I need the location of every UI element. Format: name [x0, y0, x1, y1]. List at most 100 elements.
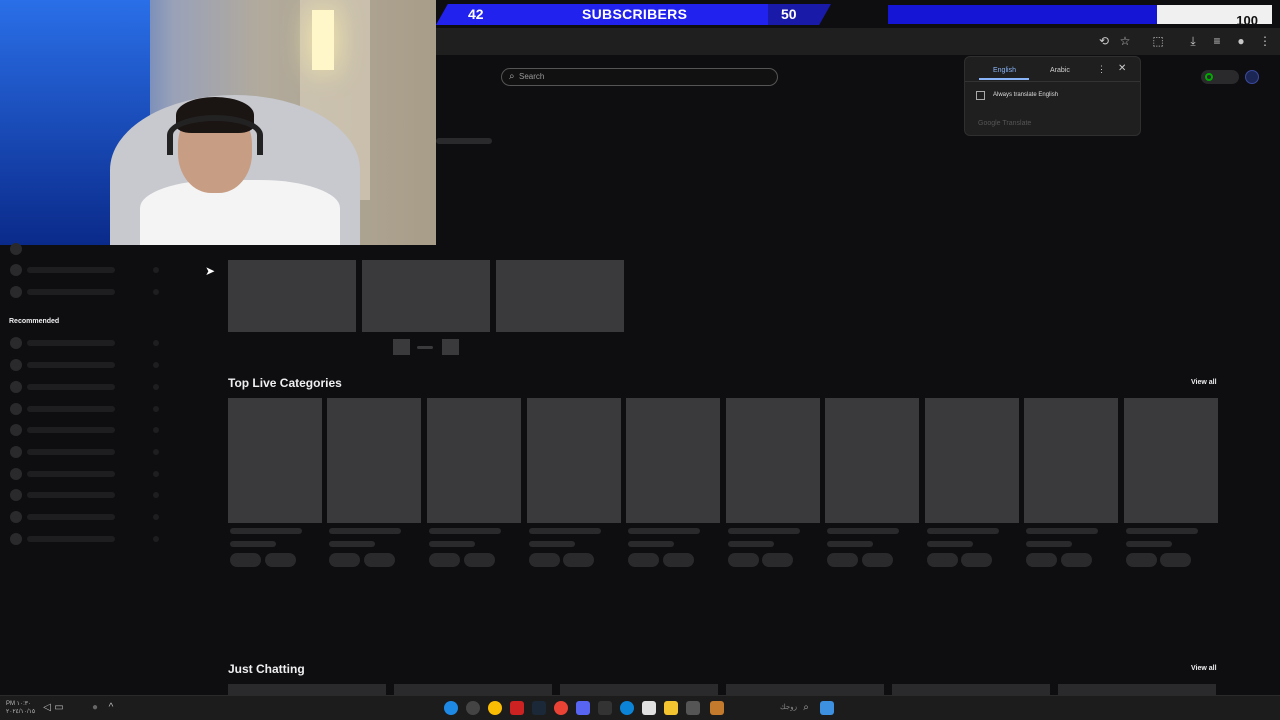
app-icon[interactable]	[686, 701, 700, 715]
tag-pill[interactable]	[529, 553, 560, 567]
chrome-alt-icon[interactable]	[554, 701, 568, 715]
carousel-prev-button[interactable]	[393, 339, 410, 355]
category-card[interactable]	[726, 398, 820, 523]
stream-card[interactable]	[560, 684, 718, 695]
profile-icon[interactable]: ●	[1234, 34, 1248, 48]
stream-card[interactable]	[228, 684, 386, 695]
webcam-light	[312, 10, 334, 70]
divider	[965, 81, 1140, 82]
category-card[interactable]	[925, 398, 1019, 523]
view-all-link[interactable]: View all	[1191, 379, 1217, 386]
carousel-next-button[interactable]	[442, 339, 459, 355]
google-translate-brand: Google Translate	[978, 120, 1032, 127]
tag-pill[interactable]	[265, 553, 296, 567]
tag-pill[interactable]	[927, 553, 958, 567]
chevron-up-icon[interactable]: ^	[104, 701, 118, 715]
category-card[interactable]	[626, 398, 720, 523]
skeleton-line	[827, 528, 899, 534]
store-icon[interactable]	[642, 701, 656, 715]
skeleton-line	[329, 541, 375, 547]
mouse-cursor-icon: ➤	[205, 264, 216, 278]
category-card[interactable]	[327, 398, 421, 523]
tag-pill[interactable]	[563, 553, 594, 567]
tag-pill[interactable]	[762, 553, 793, 567]
secondary-goal-bar: 100	[888, 5, 1272, 28]
screen: ⟲ ☆ ⬚ ⤓ ≡ ● ⋮ 42 SUBSCRIBERS 50 100 ⌕ Se…	[0, 0, 1280, 720]
more-options-icon[interactable]: ⋮	[1097, 64, 1106, 75]
network-icon[interactable]: ▭	[52, 701, 66, 715]
tag-pill[interactable]	[329, 553, 360, 567]
tab-arabic[interactable]: Arabic	[1050, 67, 1070, 74]
taskbar-clock[interactable]: PM ١٠:٣٠ ٢٠٢٤/١٠/١٥	[6, 700, 35, 716]
stream-card[interactable]	[394, 684, 552, 695]
search-input[interactable]: ⌕ Search	[501, 68, 778, 86]
category-card[interactable]	[527, 398, 621, 523]
close-icon[interactable]: ✕	[1118, 63, 1126, 74]
tag-pill[interactable]	[628, 553, 659, 567]
tag-pill[interactable]	[1126, 553, 1157, 567]
reading-list-icon[interactable]: ≡	[1210, 34, 1224, 48]
translate-icon[interactable]: ⟲	[1097, 34, 1111, 48]
search-icon[interactable]: ⌕	[799, 701, 813, 715]
skeleton-line	[329, 528, 401, 534]
menu-icon[interactable]: ⋮	[1258, 34, 1272, 48]
skeleton-line	[927, 528, 999, 534]
category-card[interactable]	[825, 398, 919, 523]
search-placeholder: Search	[519, 72, 545, 81]
tag-pill[interactable]	[862, 553, 893, 567]
tag-pill[interactable]	[464, 553, 495, 567]
app-icon[interactable]	[710, 701, 724, 715]
subscriber-label: SUBSCRIBERS	[582, 6, 688, 22]
stream-card[interactable]	[1058, 684, 1216, 695]
chrome-icon[interactable]	[488, 701, 502, 715]
category-card[interactable]	[427, 398, 521, 523]
extensions-icon[interactable]: ⬚	[1151, 34, 1165, 48]
tag-pill[interactable]	[1061, 553, 1092, 567]
carousel-card[interactable]	[496, 260, 624, 332]
skeleton-line	[1126, 541, 1172, 547]
folder-icon[interactable]	[664, 701, 678, 715]
carousel-card[interactable]	[362, 260, 490, 332]
tag-pill[interactable]	[961, 553, 992, 567]
category-card[interactable]	[228, 398, 322, 523]
headphones-icon	[167, 115, 263, 155]
always-translate-checkbox[interactable]	[976, 91, 985, 100]
tag-pill[interactable]	[1026, 553, 1057, 567]
category-card[interactable]	[1024, 398, 1118, 523]
mic-icon[interactable]: ●	[88, 701, 102, 715]
tag-pill[interactable]	[728, 553, 759, 567]
skeleton-line	[628, 528, 700, 534]
carousel-card[interactable]	[228, 260, 356, 332]
taskbar: PM ١٠:٣٠ ٢٠٢٤/١٠/١٥ ◁ ▭ ● ^ زوجك ⌕	[0, 695, 1280, 720]
obs-icon[interactable]	[510, 701, 524, 715]
tag-pill[interactable]	[364, 553, 395, 567]
tab-english[interactable]: English	[993, 67, 1016, 74]
tag-pill[interactable]	[1160, 553, 1191, 567]
carousel-pagination	[417, 346, 433, 349]
stream-card[interactable]	[726, 684, 884, 695]
status-toggle[interactable]	[1201, 70, 1239, 84]
browser-icon[interactable]	[444, 701, 458, 715]
tag-pill[interactable]	[429, 553, 460, 567]
tag-pill[interactable]	[827, 553, 858, 567]
star-icon[interactable]: ☆	[1118, 34, 1132, 48]
skeleton-line	[230, 541, 276, 547]
app-icon[interactable]	[598, 701, 612, 715]
edge-icon[interactable]	[620, 701, 634, 715]
discord-icon[interactable]	[576, 701, 590, 715]
download-icon[interactable]: ⤓	[1186, 34, 1200, 48]
taskbar-time: PM ١٠:٣٠	[6, 701, 32, 707]
skeleton-line	[827, 541, 873, 547]
app-icon[interactable]	[466, 701, 480, 715]
webcam-overlay	[0, 0, 436, 245]
skeleton-line	[728, 541, 774, 547]
tag-pill[interactable]	[230, 553, 261, 567]
stream-card[interactable]	[892, 684, 1050, 695]
category-card[interactable]	[1124, 398, 1218, 523]
skeleton-line	[529, 541, 575, 547]
steam-icon[interactable]	[532, 701, 546, 715]
view-all-link[interactable]: View all	[1191, 665, 1217, 672]
tag-pill[interactable]	[663, 553, 694, 567]
avatar[interactable]	[1245, 70, 1259, 84]
notification-icon[interactable]	[820, 701, 834, 715]
